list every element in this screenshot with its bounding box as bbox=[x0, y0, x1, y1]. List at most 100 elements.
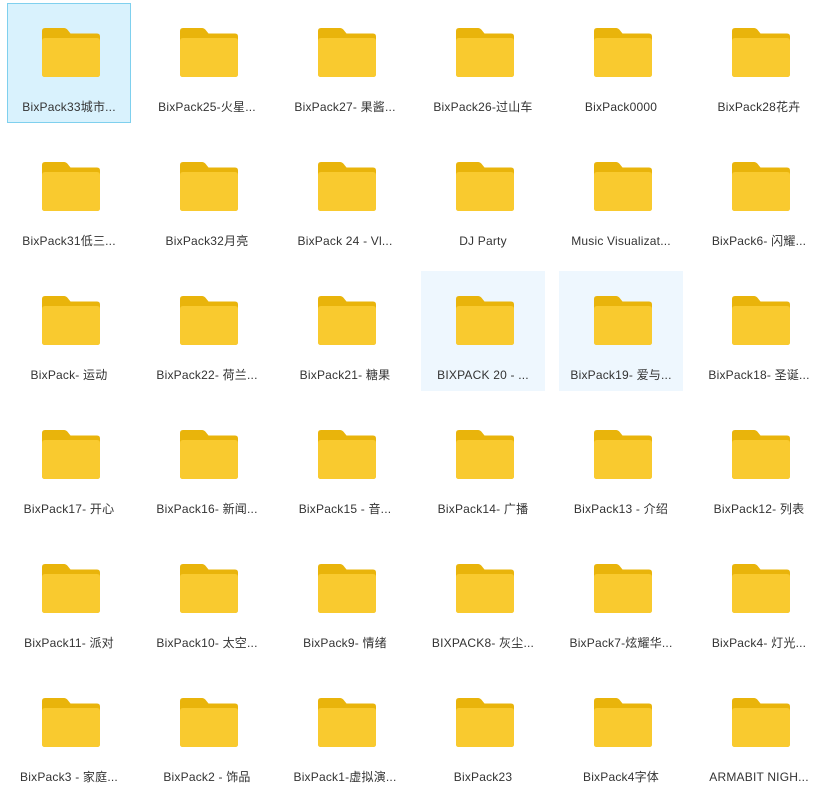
folder-icon bbox=[40, 429, 102, 481]
folder-name-label: BixPack28花卉 bbox=[717, 100, 801, 114]
folder-item[interactable]: BixPack3 - 家庭... bbox=[7, 673, 131, 793]
folder-name-label: BixPack14- 广播 bbox=[437, 502, 529, 516]
folder-item[interactable]: BixPack32月亮 bbox=[145, 137, 269, 257]
folder-name-label: BixPack- 运动 bbox=[30, 368, 108, 382]
folder-name-label: BixPack21- 糖果 bbox=[299, 368, 391, 382]
folder-icon bbox=[40, 27, 102, 79]
folder-icon bbox=[178, 429, 240, 481]
folder-item[interactable]: BIXPACK8- 灰尘... bbox=[421, 539, 545, 659]
folder-icon bbox=[316, 161, 378, 213]
folder-name-label: DJ Party bbox=[459, 234, 507, 248]
folder-item[interactable]: Music Visualizat... bbox=[559, 137, 683, 257]
folder-icon bbox=[178, 161, 240, 213]
folder-name-label: BixPack2 - 饰品 bbox=[163, 770, 251, 784]
folder-name-label: BixPack25-火星... bbox=[158, 100, 256, 114]
folder-icon bbox=[730, 161, 792, 213]
folder-item[interactable]: BixPack2 - 饰品 bbox=[145, 673, 269, 793]
folder-name-label: BixPack11- 派对 bbox=[24, 636, 114, 650]
folder-icon bbox=[454, 295, 516, 347]
folder-name-label: BixPack4字体 bbox=[582, 770, 660, 784]
folder-item[interactable]: BixPack21- 糖果 bbox=[283, 271, 407, 391]
folder-icon bbox=[316, 295, 378, 347]
folder-icon bbox=[454, 27, 516, 79]
folder-item[interactable]: BixPack17- 开心 bbox=[7, 405, 131, 525]
folder-item[interactable]: BixPack10- 太空... bbox=[145, 539, 269, 659]
folder-icon bbox=[592, 27, 654, 79]
folder-item[interactable]: BixPack25-火星... bbox=[145, 3, 269, 123]
folder-name-label: BIXPACK8- 灰尘... bbox=[431, 636, 535, 650]
folder-item[interactable]: BixPack13 - 介绍 bbox=[559, 405, 683, 525]
folder-item[interactable]: BixPack 24 - Vl... bbox=[283, 137, 407, 257]
folder-icon bbox=[592, 563, 654, 615]
folder-name-label: BixPack32月亮 bbox=[165, 234, 249, 248]
folder-item[interactable]: BixPack27- 果酱... bbox=[283, 3, 407, 123]
folder-icon bbox=[178, 697, 240, 749]
folder-name-label: BixPack18- 圣诞... bbox=[708, 368, 810, 382]
folder-name-label: BixPack 24 - Vl... bbox=[297, 234, 393, 248]
folder-name-label: BixPack23 bbox=[453, 770, 513, 784]
folder-icon bbox=[316, 697, 378, 749]
folder-grid: BixPack33城市... BixPack25-火星... BixPack27- … bbox=[0, 0, 839, 794]
folder-name-label: Music Visualizat... bbox=[571, 234, 671, 248]
folder-item[interactable]: DJ Party bbox=[421, 137, 545, 257]
folder-name-label: BixPack31低三... bbox=[22, 234, 116, 248]
folder-item[interactable]: BixPack33城市... bbox=[7, 3, 131, 123]
folder-item[interactable]: BixPack18- 圣诞... bbox=[697, 271, 821, 391]
folder-name-label: BixPack26-过山车 bbox=[433, 100, 533, 114]
folder-item[interactable]: BixPack4字体 bbox=[559, 673, 683, 793]
folder-icon bbox=[730, 27, 792, 79]
folder-item[interactable]: BixPack4- 灯光... bbox=[697, 539, 821, 659]
folder-item[interactable]: BixPack23 bbox=[421, 673, 545, 793]
folder-item[interactable]: BixPack1-虚拟演... bbox=[283, 673, 407, 793]
folder-item[interactable]: BixPack7-炫耀华... bbox=[559, 539, 683, 659]
folder-name-label: BIXPACK 20 - ... bbox=[437, 368, 529, 382]
folder-item[interactable]: BIXPACK 20 - ... bbox=[421, 271, 545, 391]
folder-item[interactable]: BixPack26-过山车 bbox=[421, 3, 545, 123]
folder-item[interactable]: BixPack12- 列表 bbox=[697, 405, 821, 525]
folder-name-label: BixPack0000 bbox=[584, 100, 658, 114]
folder-item[interactable]: BixPack28花卉 bbox=[697, 3, 821, 123]
folder-icon bbox=[592, 161, 654, 213]
folder-icon bbox=[40, 697, 102, 749]
folder-name-label: BixPack7-炫耀华... bbox=[569, 636, 673, 650]
folder-name-label: BixPack1-虚拟演... bbox=[293, 770, 397, 784]
folder-icon bbox=[178, 295, 240, 347]
folder-name-label: BixPack19- 爱与... bbox=[570, 368, 672, 382]
folder-item[interactable]: ARMABIT NIGH... bbox=[697, 673, 821, 793]
folder-item[interactable]: BixPack0000 bbox=[559, 3, 683, 123]
folder-name-label: BixPack10- 太空... bbox=[156, 636, 258, 650]
folder-name-label: BixPack12- 列表 bbox=[713, 502, 805, 516]
folder-name-label: BixPack9- 情绪 bbox=[303, 636, 387, 650]
folder-item[interactable]: BixPack22- 荷兰... bbox=[145, 271, 269, 391]
folder-icon bbox=[730, 697, 792, 749]
folder-icon bbox=[592, 429, 654, 481]
folder-name-label: ARMABIT NIGH... bbox=[709, 770, 809, 784]
folder-item[interactable]: BixPack9- 情绪 bbox=[283, 539, 407, 659]
folder-icon bbox=[316, 429, 378, 481]
folder-icon bbox=[178, 27, 240, 79]
folder-name-label: BixPack4- 灯光... bbox=[711, 636, 807, 650]
folder-name-label: BixPack27- 果酱... bbox=[294, 100, 396, 114]
folder-item[interactable]: BixPack15 - 音... bbox=[283, 405, 407, 525]
folder-item[interactable]: BixPack14- 广播 bbox=[421, 405, 545, 525]
folder-item[interactable]: BixPack6- 闪耀... bbox=[697, 137, 821, 257]
folder-item[interactable]: BixPack16- 新闻... bbox=[145, 405, 269, 525]
folder-icon bbox=[178, 563, 240, 615]
folder-item[interactable]: BixPack- 运动 bbox=[7, 271, 131, 391]
folder-name-label: BixPack17- 开心 bbox=[23, 502, 115, 516]
folder-icon bbox=[730, 429, 792, 481]
folder-icon bbox=[454, 697, 516, 749]
folder-icon bbox=[454, 161, 516, 213]
folder-name-label: BixPack16- 新闻... bbox=[156, 502, 258, 516]
folder-icon bbox=[316, 563, 378, 615]
folder-name-label: BixPack13 - 介绍 bbox=[573, 502, 669, 516]
folder-item[interactable]: BixPack31低三... bbox=[7, 137, 131, 257]
folder-icon bbox=[316, 27, 378, 79]
folder-item[interactable]: BixPack19- 爱与... bbox=[559, 271, 683, 391]
folder-icon bbox=[730, 295, 792, 347]
folder-item[interactable]: BixPack11- 派对 bbox=[7, 539, 131, 659]
folder-icon bbox=[40, 295, 102, 347]
folder-name-label: BixPack33城市... bbox=[22, 100, 116, 114]
folder-icon bbox=[592, 295, 654, 347]
folder-name-label: BixPack3 - 家庭... bbox=[20, 770, 118, 784]
